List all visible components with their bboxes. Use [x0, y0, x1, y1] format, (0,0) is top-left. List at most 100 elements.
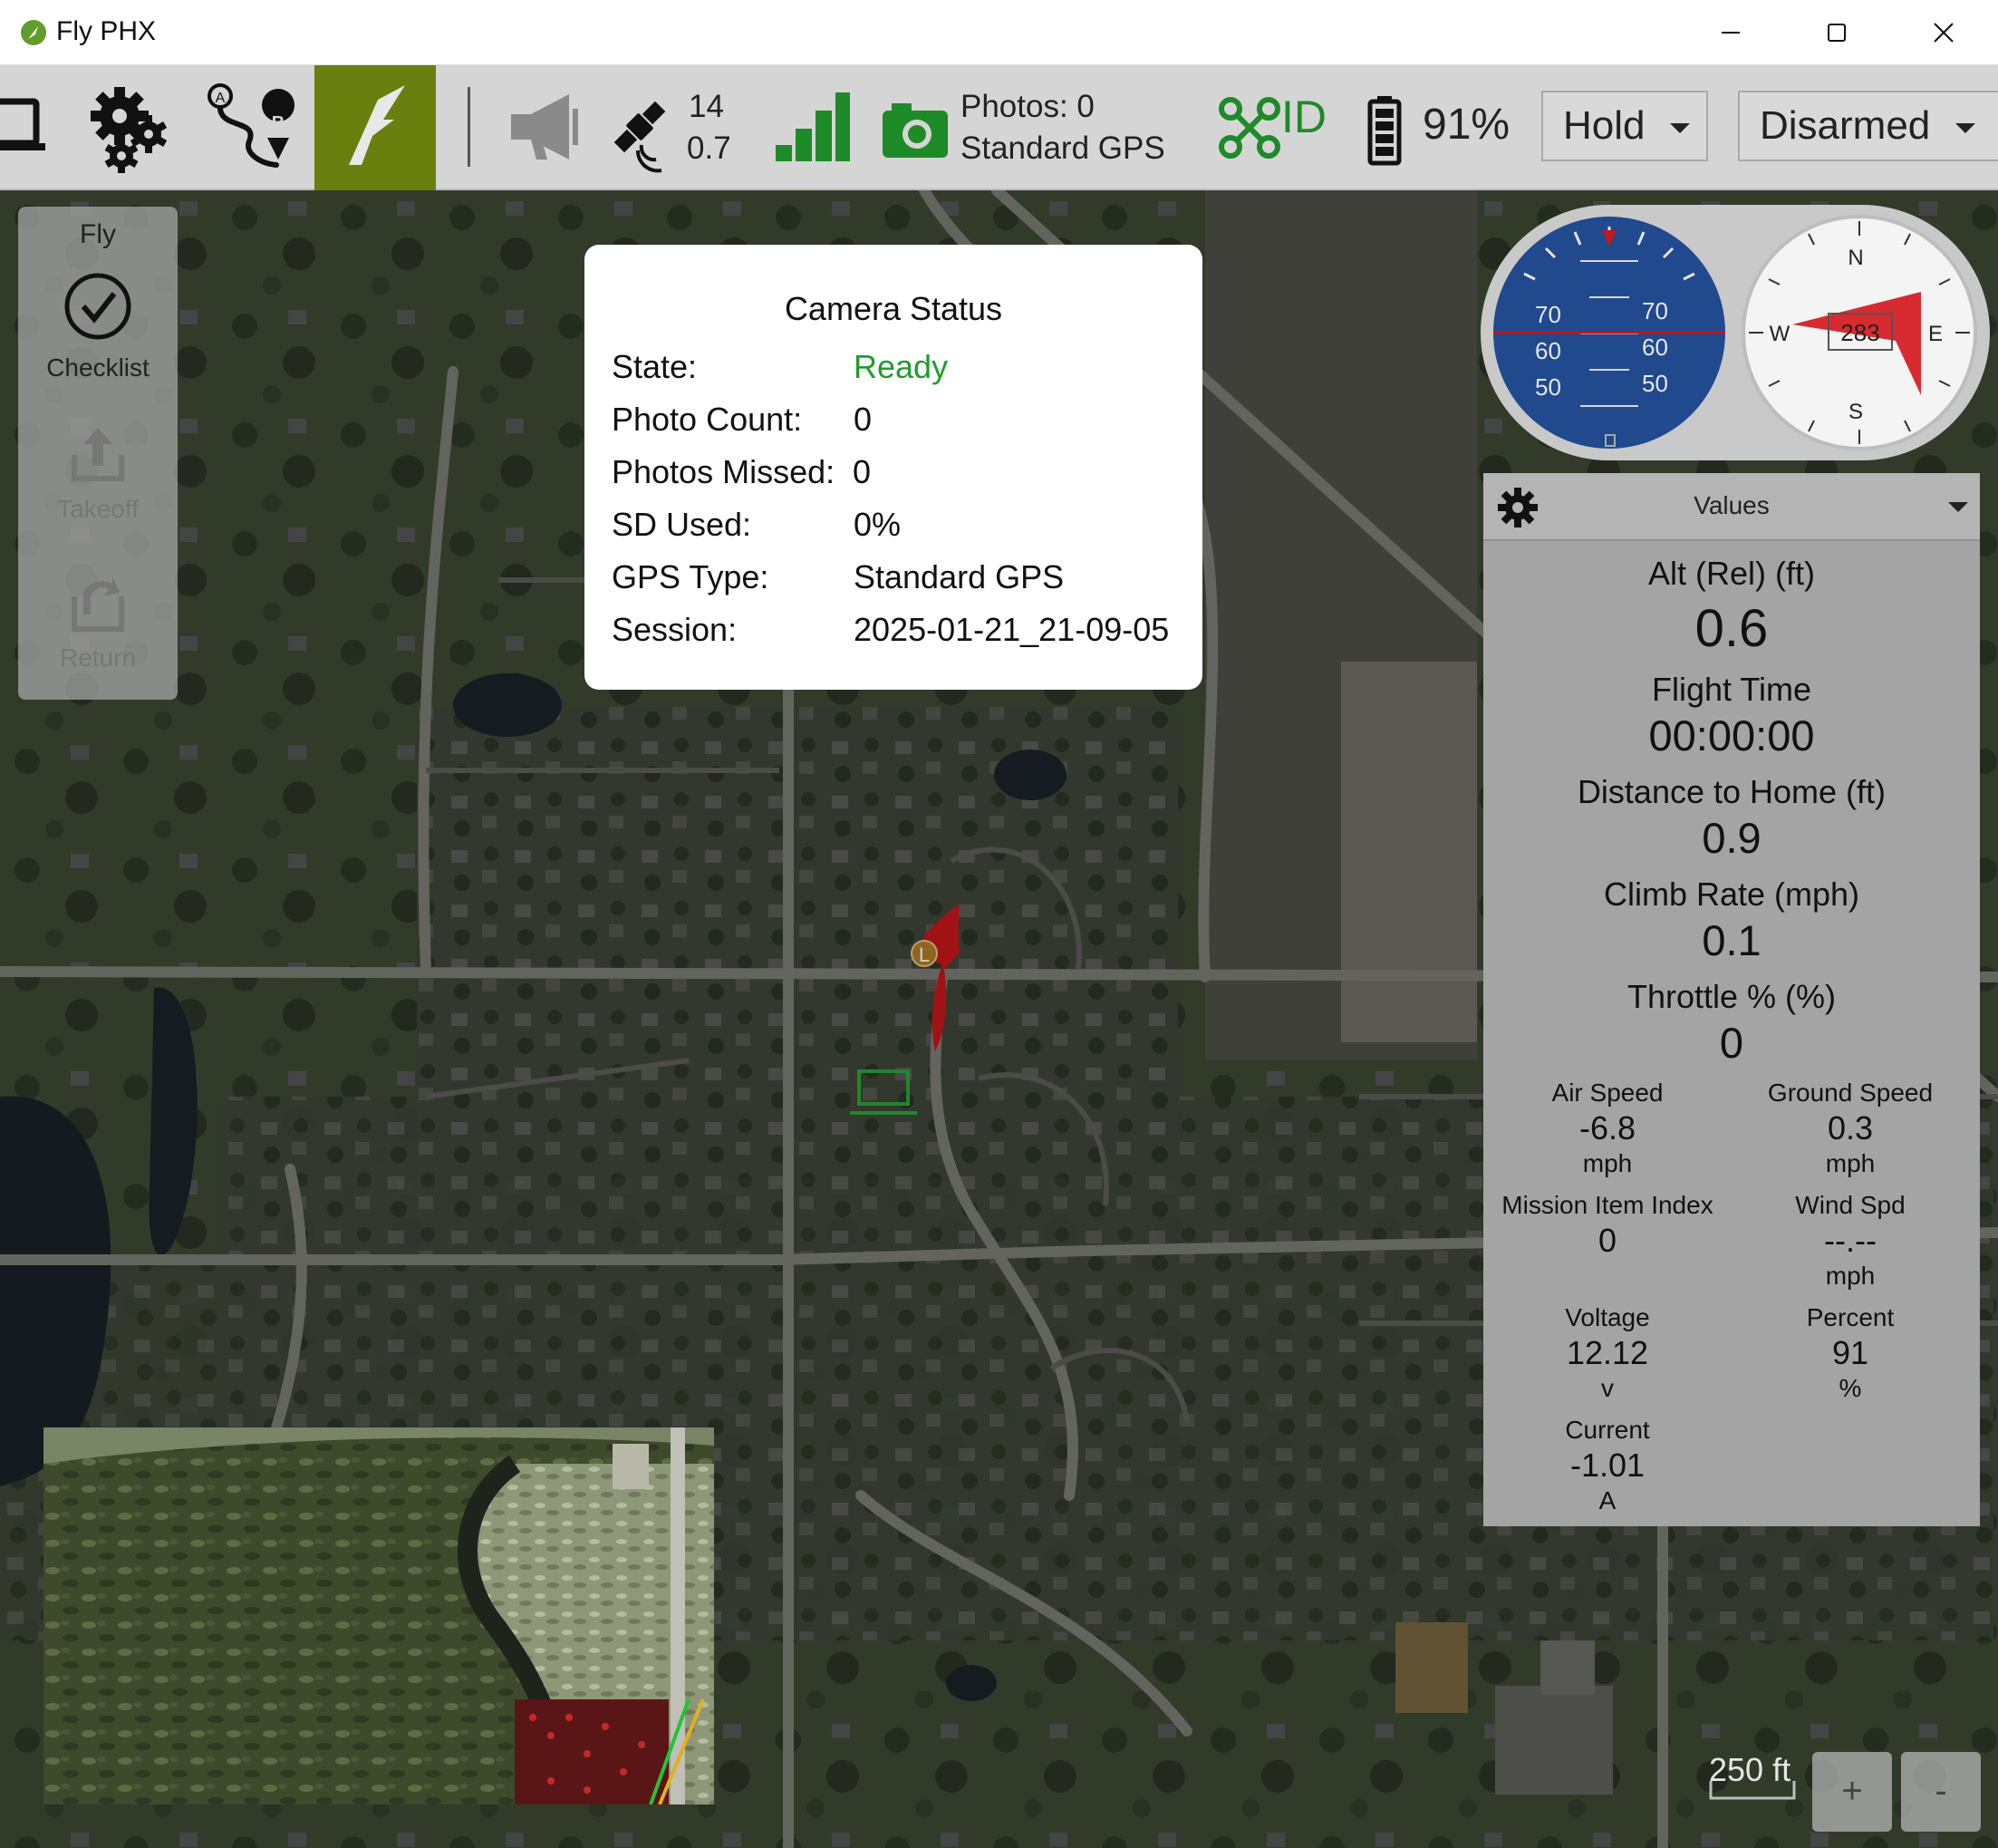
- camera-status-title: Camera Status: [784, 290, 1003, 327]
- close-icon: [1934, 23, 1954, 43]
- zoom-out-button[interactable]: -: [1901, 1752, 1981, 1832]
- rc-rssi-button[interactable]: [772, 65, 850, 190]
- wind-speed-unit: mph: [1825, 1262, 1876, 1290]
- current-unit: A: [1598, 1486, 1617, 1514]
- compass-east: E: [1928, 322, 1943, 346]
- takeoff-button[interactable]: Takeoff: [18, 422, 178, 524]
- app-settings-button[interactable]: [0, 65, 54, 190]
- compass-south: S: [1848, 400, 1863, 424]
- gps-satellite-count: 14: [689, 89, 724, 124]
- current-value: -1.01: [1569, 1446, 1646, 1484]
- photos-missed-value: 0: [853, 453, 872, 490]
- wind-speed-label: Wind Spd: [1795, 1191, 1906, 1219]
- battery-percent-value: 91: [1831, 1334, 1869, 1371]
- pitch-label-60-right: 60: [1642, 334, 1668, 361]
- gps-type-value: Standard GPS: [854, 558, 1065, 595]
- distance-home-label: Distance to Home (ft): [1577, 773, 1887, 810]
- zoom-in-button[interactable]: +: [1812, 1752, 1892, 1832]
- messages-button[interactable]: [504, 65, 585, 190]
- plan-view-button[interactable]: A B: [204, 65, 304, 190]
- close-button[interactable]: [1894, 0, 1993, 65]
- camera-status-popup: Camera Status State: Ready Photo Count: …: [584, 245, 1202, 690]
- return-label: Return: [59, 643, 137, 672]
- fly-plane-icon: [349, 85, 405, 165]
- throttle-value: 0: [1719, 1019, 1744, 1067]
- gps-status-button[interactable]: [605, 65, 678, 190]
- photo-count-value: 0: [854, 401, 873, 438]
- title-bar: Fly PHX: [0, 0, 1998, 65]
- checklist-label: Checklist: [46, 353, 150, 382]
- voltage-value: 12.12: [1566, 1334, 1649, 1371]
- battery-percent-unit: %: [1839, 1374, 1862, 1402]
- camera-state-value: Ready: [854, 348, 949, 385]
- chevron-down-icon: [1955, 123, 1975, 133]
- maximize-icon: [1828, 24, 1846, 42]
- pitch-label-70-right: 70: [1642, 297, 1668, 324]
- maximize-button[interactable]: [1787, 0, 1887, 65]
- distance-home-value: 0.9: [1702, 814, 1762, 862]
- battery-status-button[interactable]: [1365, 65, 1415, 190]
- video-frame-image: [43, 1427, 714, 1804]
- arm-state-dropdown[interactable]: Disarmed: [1738, 91, 1998, 161]
- compass-north: N: [1848, 246, 1863, 270]
- mission-item-index-value: 0: [1597, 1222, 1617, 1259]
- flight-time-label: Flight Time: [1651, 671, 1812, 708]
- gps-hdop: 0.7: [687, 131, 731, 166]
- mission-item-index-label: Mission Item Index: [1501, 1191, 1713, 1219]
- camera-icon: [883, 103, 948, 158]
- sd-used-value: 0%: [854, 506, 902, 543]
- current-label: Current: [1565, 1416, 1650, 1444]
- ground-speed-value: 0.3: [1827, 1109, 1874, 1147]
- flight-mode-dropdown[interactable]: Hold: [1541, 91, 1708, 161]
- arm-state-value: Disarmed: [1760, 103, 1931, 148]
- map-scale-label: 250 ft: [1709, 1751, 1791, 1788]
- qgc-window: Fly PHX A B 14 0.7 Photos: 0 Standard GP…: [0, 0, 1998, 1848]
- photos-gps-type-text: Standard GPS: [960, 131, 1165, 166]
- megaphone-icon: [511, 94, 578, 160]
- photo-count-key: Photo Count:: [612, 401, 803, 438]
- laptop-icon: [0, 98, 45, 150]
- minimize-button[interactable]: [1681, 0, 1781, 65]
- takeoff-label: Takeoff: [57, 495, 139, 523]
- wind-speed-value: --.--: [1824, 1222, 1877, 1259]
- photos-count-text: Photos: 0: [960, 89, 1095, 124]
- toolbar-separator: [468, 87, 470, 167]
- gps-type-key: GPS Type:: [612, 558, 769, 595]
- compass-west: W: [1770, 322, 1790, 346]
- pitch-label-70-left: 70: [1535, 301, 1561, 328]
- minimize-icon: [1722, 32, 1740, 34]
- alt-rel-label: Alt (Rel) (ft): [1648, 555, 1815, 592]
- alt-rel-value: 0.6: [1694, 599, 1769, 658]
- video-feed[interactable]: [43, 1427, 714, 1804]
- app-logo-icon: [21, 20, 46, 45]
- takeoff-icon: [72, 428, 124, 481]
- fly-view-button[interactable]: [314, 65, 436, 190]
- ground-speed-label: Ground Speed: [1767, 1079, 1934, 1107]
- tool-strip-header: Fly: [80, 219, 116, 249]
- session-key: Session:: [612, 611, 738, 648]
- chevron-down-icon[interactable]: [1948, 502, 1968, 512]
- instrument-panel: 70 70 60 60 50 50 N E S W 283: [1481, 205, 1990, 460]
- values-panel-header: Values: [1483, 473, 1980, 541]
- return-icon: [72, 576, 124, 632]
- remote-id-button[interactable]: ID: [1218, 65, 1327, 190]
- sd-used-key: SD Used:: [612, 506, 752, 543]
- signal-bars-icon: [776, 92, 850, 161]
- svg-text:A: A: [216, 91, 226, 106]
- battery-percent-label: Percent: [1806, 1303, 1895, 1331]
- checklist-button[interactable]: Checklist: [18, 270, 178, 382]
- svg-text:B: B: [272, 113, 285, 133]
- remote-id-icon: [1219, 97, 1280, 159]
- battery-icon: [1367, 96, 1402, 166]
- flight-mode-value: Hold: [1563, 103, 1646, 148]
- values-panel-title: Values: [1694, 491, 1770, 519]
- pitch-label-60-left: 60: [1535, 337, 1561, 364]
- plan-route-icon: A B: [208, 83, 295, 168]
- attitude-indicator: [1493, 217, 1725, 449]
- return-button[interactable]: Return: [18, 569, 178, 672]
- vehicle-setup-button[interactable]: [82, 65, 181, 190]
- instrument-graphics: 70 70 60 60 50 50 N E S W 283: [1493, 215, 1977, 450]
- battery-percent: 91%: [1423, 101, 1511, 149]
- camera-status-button[interactable]: [879, 65, 951, 190]
- main-toolbar: A B 14 0.7 Photos: 0 Standard GPS ID 91%…: [0, 65, 1998, 190]
